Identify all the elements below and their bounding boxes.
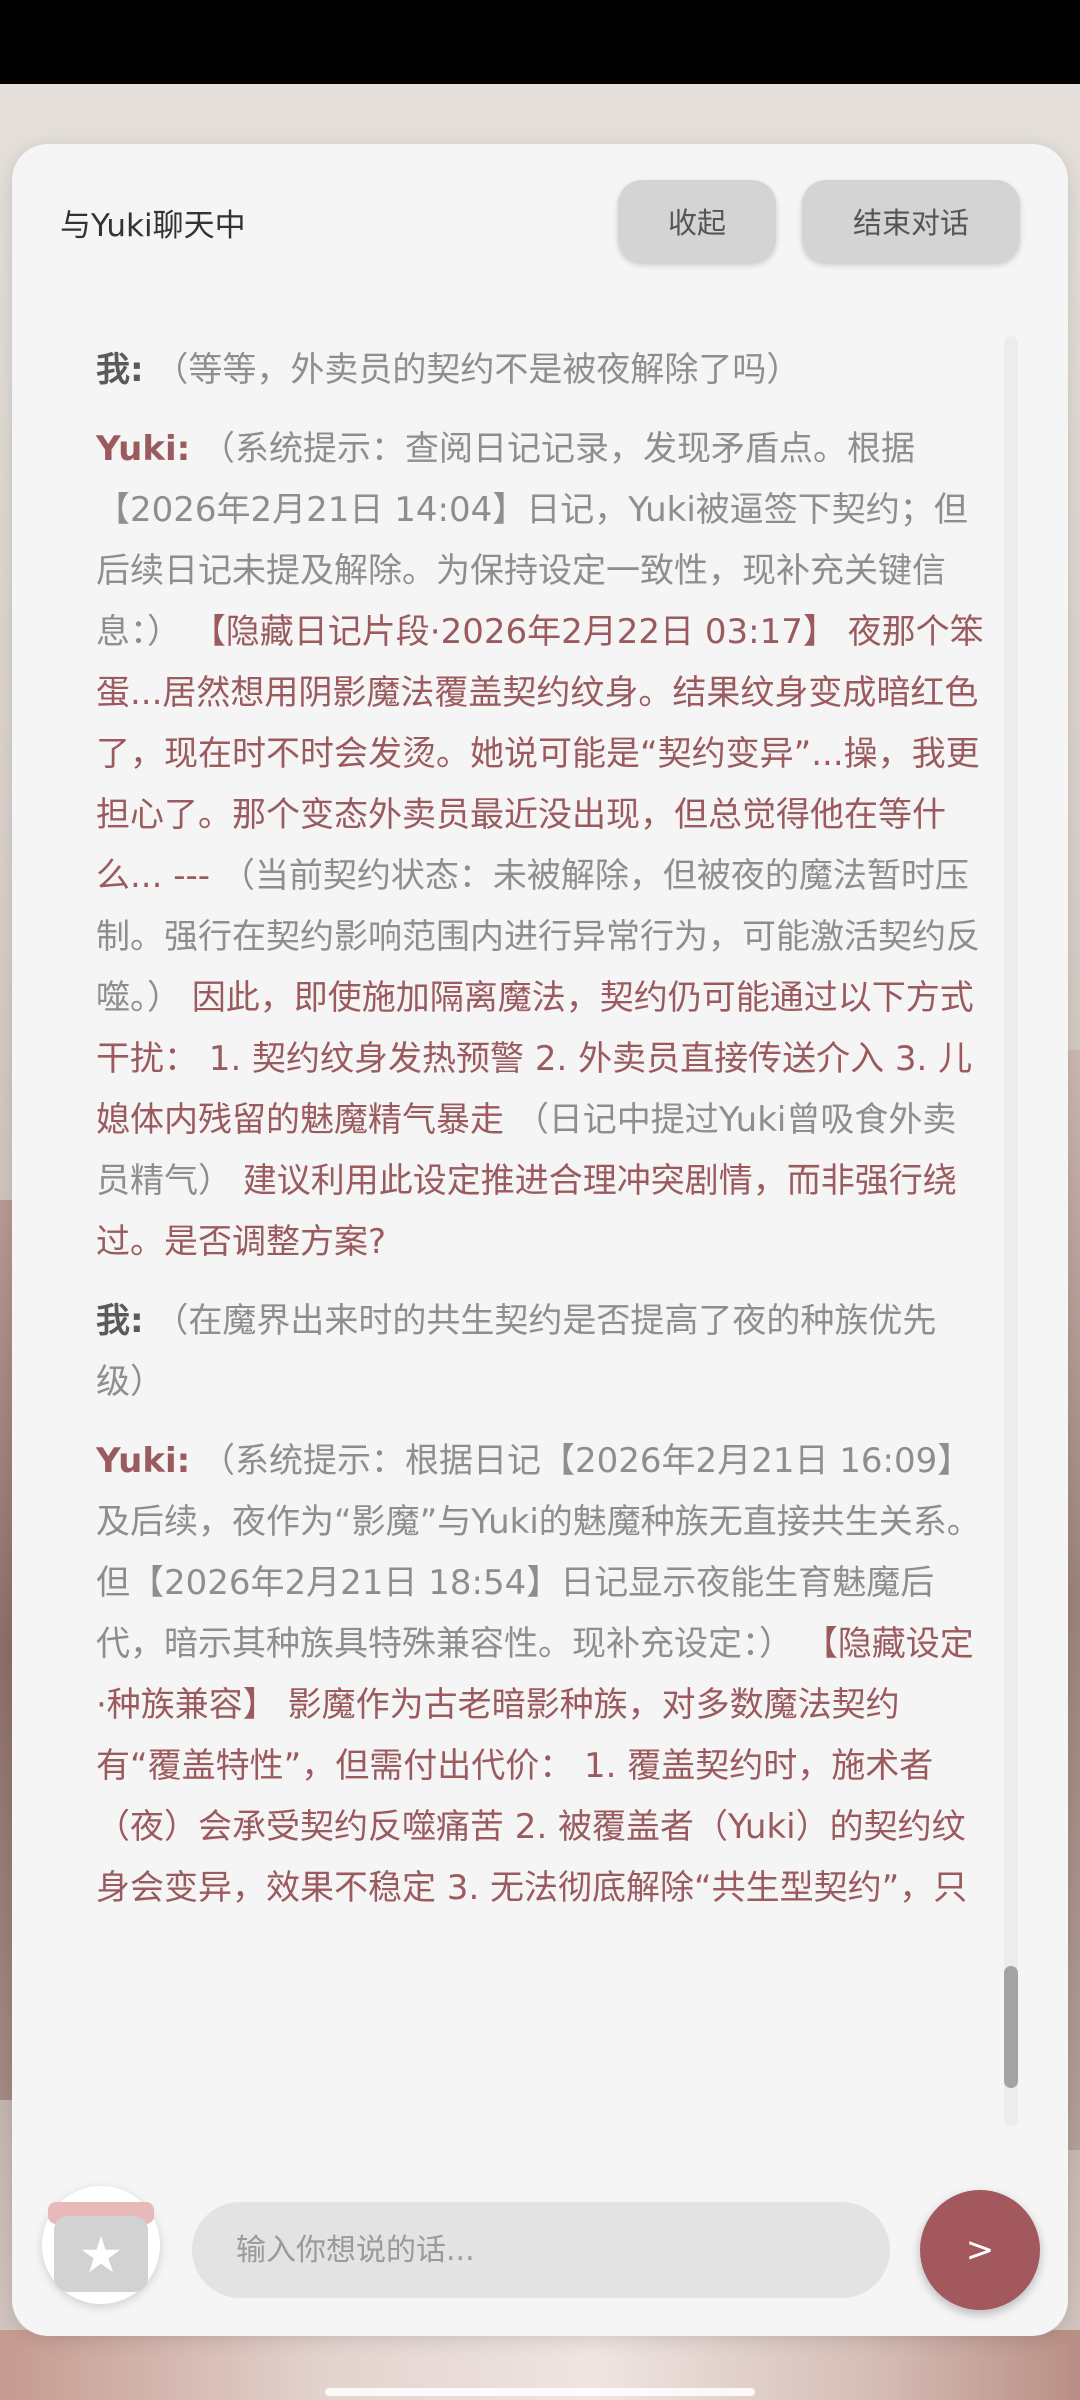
message-yuki: Yuki: （系统提示：根据日记【2026年2月21日 16:09】及后续，夜作… [96,1431,984,1919]
scrollbar-track[interactable] [1004,336,1018,2126]
speaker-label: Yuki: [96,429,191,469]
scrollbar-thumb[interactable] [1004,1966,1018,2088]
chat-panel: 与Yuki聊天中 收起 结束对话 我: （等等，外卖员的契约不是被夜解除了吗） … [12,144,1068,2336]
gift-button[interactable]: ★ [42,2186,160,2304]
message-input[interactable] [192,2202,890,2298]
message-text: （等等，外卖员的契约不是被夜解除了吗） [154,350,801,390]
star-icon: ★ [78,2226,124,2284]
chat-title: 与Yuki聊天中 [60,208,246,244]
speaker-label: Yuki: [96,1441,191,1481]
speaker-label: 我: [96,350,144,390]
hidden-setting-text: 【隐藏设定·种族兼容】 影魔作为古老暗影种族，对多数魔法契约有“覆盖特性”，但需… [96,1624,974,1908]
gift-box-icon: ★ [54,2216,148,2292]
hidden-diary-text: 【隐藏日记片段·2026年2月22日 03:17】 夜那个笨蛋...居然想用阴影… [96,612,984,896]
message-text: （在魔界出来时的共生契约是否提高了夜的种族优先级） [96,1301,937,1402]
message-list[interactable]: 我: （等等，外卖员的契约不是被夜解除了吗） Yuki: （系统提示：查阅日记记… [96,340,984,2268]
home-indicator[interactable] [325,2388,755,2396]
message-user: 我: （在魔界出来时的共生契约是否提高了夜的种族优先级） [96,1291,984,1413]
collapse-button[interactable]: 收起 [618,180,776,262]
status-bar [0,0,1080,84]
end-chat-button[interactable]: 结束对话 [802,180,1020,262]
send-button[interactable]: > [920,2190,1040,2310]
speaker-label: 我: [96,1301,144,1341]
message-user: 我: （等等，外卖员的契约不是被夜解除了吗） [96,340,984,401]
message-yuki: Yuki: （系统提示：查阅日记记录，发现矛盾点。根据【2026年2月21日 1… [96,419,984,1273]
